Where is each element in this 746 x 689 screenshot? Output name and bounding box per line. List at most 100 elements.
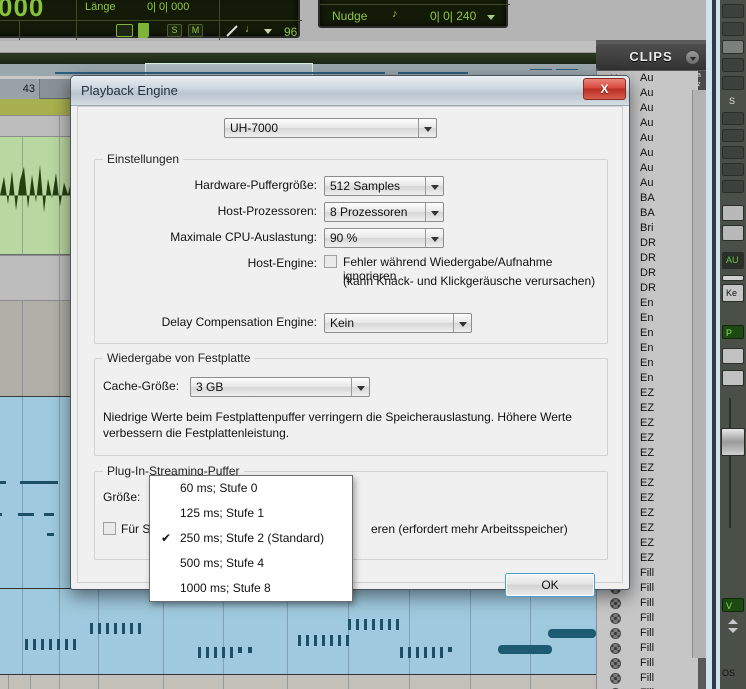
dropdown-option[interactable]: 500 ms; Stufe 4 xyxy=(150,551,352,576)
chevron-down-icon[interactable] xyxy=(487,15,495,20)
mute-button[interactable]: M xyxy=(188,24,203,37)
chevron-down-icon[interactable] xyxy=(425,177,443,195)
nudge-note-icon: ♪ xyxy=(392,8,398,20)
note-icon[interactable]: ♩ xyxy=(245,23,256,35)
divider xyxy=(0,20,302,21)
clip-midi-icon xyxy=(610,673,621,684)
length-value[interactable]: 0| 0| 000 xyxy=(147,1,189,13)
dropdown-option-label: 125 ms; Stufe 1 xyxy=(180,506,265,520)
waveform-icon[interactable] xyxy=(116,24,133,37)
clip-name: Fill xyxy=(640,672,655,684)
chevron-down-icon[interactable] xyxy=(685,50,700,65)
fader-handle[interactable] xyxy=(721,428,745,456)
device-select[interactable]: UH-7000 xyxy=(224,118,437,138)
solo-button[interactable]: S xyxy=(167,24,182,37)
close-icon[interactable]: X xyxy=(583,78,626,100)
host-processors-select[interactable]: 8 Prozessoren xyxy=(324,202,444,222)
chevron-down-icon[interactable] xyxy=(453,314,471,332)
clip-name: En xyxy=(640,327,654,339)
mixer-automation[interactable]: AU xyxy=(722,252,744,269)
streaming-checkbox[interactable] xyxy=(103,522,116,535)
clip-list-item[interactable]: Fill xyxy=(597,611,698,626)
clip-name: Fill xyxy=(640,627,655,639)
clip-midi-icon xyxy=(610,628,621,639)
clip-name: Bri xyxy=(640,222,654,234)
dropdown-option-label: 60 ms; Stufe 0 xyxy=(180,481,258,495)
clips-panel-header[interactable]: CLIPS xyxy=(596,44,706,70)
plugin-size-dropdown-list[interactable]: 60 ms; Stufe 0 125 ms; Stufe 1 ✔ 250 ms; St… xyxy=(149,475,353,602)
clip-name: EZ xyxy=(640,447,655,459)
tempo-value[interactable]: 96 xyxy=(284,25,297,39)
mixer-slot-active[interactable] xyxy=(722,40,744,54)
clip-name: En xyxy=(640,357,654,369)
chevron-down-icon[interactable] xyxy=(264,29,272,34)
max-cpu-select[interactable]: 90 % xyxy=(324,228,444,248)
clip-list-item[interactable]: Fill xyxy=(597,656,698,671)
clip-name: DR xyxy=(640,267,656,279)
mixer-send[interactable] xyxy=(722,163,744,176)
chevron-down-icon[interactable] xyxy=(425,203,443,221)
clip-list-item[interactable]: Fill xyxy=(597,641,698,656)
mixer-button[interactable] xyxy=(722,205,744,221)
pencil-icon[interactable] xyxy=(226,24,239,37)
clips-scrollbar[interactable] xyxy=(692,90,706,658)
clip-name: Au xyxy=(640,147,654,159)
mixer-insert[interactable]: Ke xyxy=(722,284,744,302)
spinner-icon[interactable] xyxy=(727,618,739,637)
length-label: Länge xyxy=(85,1,116,13)
fader-track xyxy=(729,398,731,528)
clip-list-item[interactable]: Fill xyxy=(597,671,698,686)
mixer-send[interactable] xyxy=(722,180,744,193)
playback-engine-dialog: Playback Engine X UH-7000 Einstellungen … xyxy=(70,75,630,602)
dropdown-option[interactable]: 1000 ms; Stufe 8 xyxy=(150,576,352,601)
mixer-slot[interactable] xyxy=(722,58,744,72)
mixer-send[interactable] xyxy=(722,112,744,125)
mixer-button[interactable] xyxy=(722,348,744,364)
ignore-errors-checkbox[interactable] xyxy=(324,255,337,268)
mixer-slot[interactable] xyxy=(722,76,744,90)
clip-name: Au xyxy=(640,132,654,144)
dropdown-option-label: 500 ms; Stufe 4 xyxy=(180,556,265,570)
mixer-slot[interactable] xyxy=(722,275,744,281)
nudge-value[interactable]: 0| 0| 240 xyxy=(430,9,476,23)
chevron-down-icon[interactable] xyxy=(418,119,436,137)
cache-size-select[interactable]: 3 GB xyxy=(190,377,370,397)
ok-button[interactable]: OK xyxy=(505,573,595,597)
chevron-down-icon[interactable] xyxy=(351,378,369,396)
dialog-titlebar[interactable]: Playback Engine X xyxy=(71,76,629,106)
transport-counter-panel[interactable]: 000 Länge 0| 0| 000 S M ♩ 96 xyxy=(0,0,302,40)
hardware-buffer-select[interactable]: 512 Samples xyxy=(324,176,444,196)
nudge-panel[interactable]: Nudge ♪ 0| 0| 240 xyxy=(318,0,510,28)
ruler-marker xyxy=(398,72,468,74)
host-processors-value: 8 Prozessoren xyxy=(330,205,408,219)
clip-name: EZ xyxy=(640,477,655,489)
mixer-button[interactable] xyxy=(722,370,744,386)
clip-midi-icon xyxy=(610,643,621,654)
settings-group: Einstellungen Hardware-Puffergröße: 512 … xyxy=(94,152,608,344)
mixer-send[interactable] xyxy=(722,146,744,159)
volume-label: V xyxy=(726,601,733,611)
bottom-track-band[interactable] xyxy=(0,675,596,689)
region-icon[interactable] xyxy=(138,23,149,38)
delay-compensation-select[interactable]: Kein xyxy=(324,313,472,333)
ruler-marker xyxy=(55,72,385,74)
mixer-button[interactable] xyxy=(722,225,744,241)
dropdown-option[interactable]: 125 ms; Stufe 1 xyxy=(150,501,352,526)
chevron-down-icon[interactable] xyxy=(425,229,443,247)
clip-list-item[interactable]: Fill xyxy=(597,626,698,641)
mixer-slot[interactable] xyxy=(722,22,744,36)
clip-list-item[interactable]: Fill xyxy=(597,596,698,611)
dropdown-option[interactable]: 60 ms; Stufe 0 xyxy=(150,476,352,501)
bar-number: 43 xyxy=(0,79,40,99)
clip-midi-icon xyxy=(610,598,621,609)
dropdown-option-label: 250 ms; Stufe 2 (Standard) xyxy=(180,531,325,545)
dialog-title: Playback Engine xyxy=(81,83,178,98)
dropdown-option[interactable]: ✔ 250 ms; Stufe 2 (Standard) xyxy=(150,526,352,551)
clip-midi-icon xyxy=(610,613,621,624)
mixer-send[interactable] xyxy=(722,129,744,142)
mixer-pan[interactable]: P xyxy=(722,325,744,339)
check-icon: ✔ xyxy=(161,531,172,545)
clip-name: Au xyxy=(640,72,654,84)
mixer-volume[interactable]: V xyxy=(722,598,744,612)
mixer-slot[interactable] xyxy=(722,4,744,18)
